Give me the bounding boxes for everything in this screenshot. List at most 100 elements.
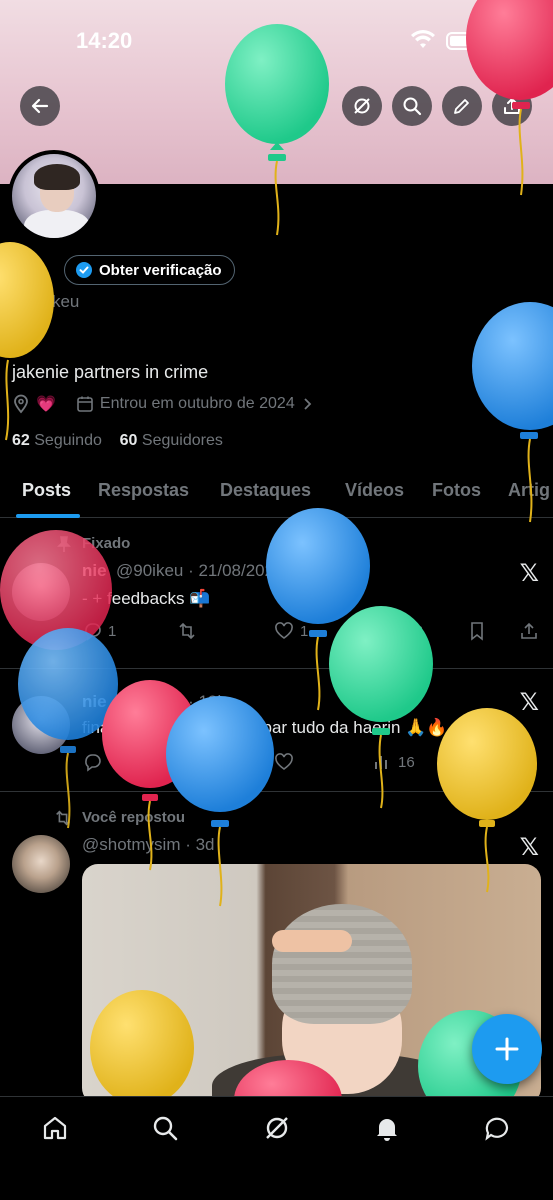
post-actions: 16 [82,752,542,776]
chevron-right-icon[interactable] [301,397,313,411]
like-count: 1 [300,622,309,640]
search-icon [153,1116,178,1141]
post-pinned[interactable]: Fixado nie @90ikeu · 21/08/2025 𝕏 - + fe… [0,519,553,669]
tab-replies[interactable]: Respostas [98,480,189,501]
post-image[interactable] [82,864,541,1104]
share-icon [521,622,537,639]
x-logo-icon: 𝕏 [519,559,539,587]
nav-search[interactable] [150,1113,180,1143]
post-text: finalmente consegui dropar tudo da haeri… [82,718,448,737]
pin-icon [57,536,71,552]
repost-icon [179,753,195,771]
repost-button[interactable] [176,621,198,641]
profile-bio: jakenie partners in crime [12,362,209,382]
battery-icon [446,32,487,50]
post-author[interactable]: nie [82,561,107,581]
edit-button[interactable] [442,86,482,126]
followers-label[interactable]: Seguidores [142,432,223,449]
profile-handle: @90ikeu [12,292,80,311]
nav-notifications[interactable] [372,1113,402,1143]
profile-bio-line1: 7 [12,334,21,351]
views-icon [375,625,387,638]
nav-grok[interactable] [262,1113,292,1143]
plus-icon [495,1037,519,1061]
grok-icon [354,98,370,114]
views-button[interactable]: 998 [372,621,423,641]
wifi-icon [411,30,435,48]
share-post-button[interactable] [519,752,539,772]
views-count: 16 [398,753,415,771]
post-actions: 1 1 998 [82,621,542,645]
post-text: - + feedbacks 📬 [82,589,211,608]
repost-label: Você repostou [82,809,186,826]
post-avatar[interactable] [12,696,70,754]
search-icon [403,97,422,116]
tab-highlights[interactable]: Destaques [220,480,311,501]
x-logo-icon: 𝕏 [519,688,539,716]
tab-videos[interactable]: Vídeos [345,480,404,501]
arrow-left-icon [31,98,49,114]
home-icon [43,1116,67,1140]
post-avatar[interactable] [12,563,70,621]
following-label[interactable]: Seguindo [34,432,102,449]
repost-icon [179,622,195,640]
followers-count[interactable]: 60 [120,432,138,449]
post-author[interactable]: nie [82,692,107,712]
location-icon [14,394,28,414]
bookmark-icon [471,622,483,641]
tab-articles[interactable]: Artig [508,480,550,501]
share-icon [504,98,520,114]
heart-icon [275,753,293,770]
search-button[interactable] [392,86,432,126]
post-avatar[interactable] [12,835,70,893]
status-bar: 14:20 [0,28,553,58]
post-meta: @90ikeu · 21/08/2025 [116,561,284,580]
post-meta: @shotmysim · 3d [82,835,215,854]
heart-icon [275,622,293,639]
bookmark-button[interactable] [468,621,486,641]
x-logo-icon: 𝕏 [519,833,539,861]
tab-posts[interactable]: Posts [22,480,71,501]
joined-date: Entrou em outubro de 2024 [99,395,295,412]
get-verified-button[interactable]: Obter verificação [64,255,235,285]
post-item[interactable]: nie @90ikeu · 18h 𝕏 finalmente consegui … [0,670,553,792]
repost-icon [56,810,70,826]
like-button[interactable]: 1 [274,621,308,641]
following-count[interactable]: 62 [12,432,30,449]
share-button[interactable] [492,86,532,126]
tab-photos[interactable]: Fotos [432,480,481,501]
location-text: 💗 [36,396,56,413]
post-meta: @90ikeu · 18h [116,692,227,711]
views-button[interactable]: 16 [372,752,415,772]
share-post-button[interactable] [519,621,539,641]
nav-messages[interactable] [482,1113,512,1143]
profile-avatar[interactable] [8,150,100,242]
nav-home[interactable] [40,1113,70,1143]
reply-count: 1 [108,622,117,640]
reply-button[interactable] [82,752,102,772]
profile-name: nie [12,258,44,283]
get-verified-label: Obter verificação [99,261,222,279]
bookmark-button[interactable] [468,752,486,772]
bottom-navigation [0,1096,553,1200]
pinned-label: Fixado [82,535,131,552]
bookmark-icon [471,753,483,772]
back-button[interactable] [20,86,60,126]
grok-button[interactable] [342,86,382,126]
follow-stats: 62 Seguindo 60 Seguidores [12,432,223,450]
active-tab-indicator [16,514,80,518]
like-button[interactable] [274,752,294,772]
reply-icon [85,754,101,772]
verified-badge-icon [76,262,92,278]
views-icon [375,756,387,769]
share-icon [521,753,537,770]
profile-meta: 💗 Entrou em outubro de 2024 [12,394,313,414]
views-count: 998 [398,622,424,640]
status-time: 14:20 [76,28,133,53]
repost-button[interactable] [176,752,198,772]
reply-icon [85,623,101,641]
compose-button[interactable] [472,1014,542,1084]
profile-tabs: Posts Respostas Destaques Vídeos Fotos A… [0,470,553,518]
notifications-icon [377,1119,397,1141]
reply-button[interactable]: 1 [82,621,116,641]
